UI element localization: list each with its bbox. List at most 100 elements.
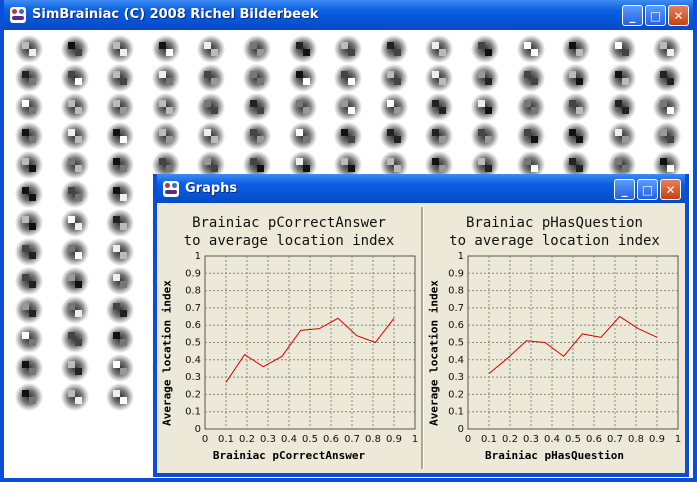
- brainiac-cell: [15, 325, 43, 353]
- brainiac-cell: [379, 64, 408, 92]
- brainiac-cell: [425, 35, 454, 63]
- brainiac-cell: [60, 122, 89, 150]
- brainiac-cell: [288, 35, 317, 63]
- y-tick-label: 0.3: [448, 372, 464, 383]
- brainiac-cell: [15, 122, 43, 150]
- y-tick-label: 0.4: [448, 355, 464, 366]
- brainiac-cell: [60, 180, 89, 208]
- brainiac-cell: [243, 35, 271, 63]
- y-tick-label: 0.3: [185, 372, 201, 383]
- x-tick-label: 0.9: [386, 434, 402, 445]
- brainiac-cell: [60, 267, 89, 295]
- brainiac-cell: [516, 122, 545, 150]
- brainiac-cell: [60, 325, 89, 353]
- brainiac-cell: [243, 122, 271, 150]
- brainiac-cell: [334, 35, 363, 63]
- y-tick-label: 0.6: [185, 320, 201, 331]
- brainiac-cell: [15, 354, 43, 382]
- minimize-button[interactable]: _: [614, 179, 635, 200]
- brainiac-cell: [471, 122, 499, 150]
- brainiac-cell: [15, 209, 43, 237]
- brainiac-cell: [425, 64, 454, 92]
- brainiac-cell: [516, 93, 545, 121]
- brainiac-cell: [471, 93, 499, 121]
- brainiac-cell: [60, 354, 89, 382]
- x-tick-label: 0.5: [565, 434, 581, 445]
- y-tick-label: 1: [458, 251, 464, 262]
- brainiac-cell: [15, 35, 43, 63]
- brainiac-cell: [562, 122, 591, 150]
- brainiac-cell: [288, 93, 317, 121]
- brainiac-cell: [562, 35, 591, 63]
- brainiac-cell: [197, 35, 226, 63]
- brainiac-cell: [197, 64, 226, 92]
- brainiac-cell: [15, 267, 43, 295]
- brainiac-cell: [471, 64, 499, 92]
- brainiac-cell: [516, 64, 545, 92]
- brainiac-cell: [60, 93, 89, 121]
- brainiac-cell: [425, 122, 454, 150]
- brainiac-cell: [106, 354, 135, 382]
- x-tick-label: 0.3: [523, 434, 539, 445]
- brainiac-cell: [60, 35, 89, 63]
- x-tick-label: 0.4: [281, 434, 297, 445]
- brainiac-cell: [106, 35, 135, 63]
- close-button[interactable]: ✕: [668, 5, 689, 26]
- y-tick-label: 0.5: [185, 338, 201, 349]
- brainiac-cell: [516, 35, 545, 63]
- brainiac-cell: [243, 64, 271, 92]
- brainiac-cell: [562, 64, 591, 92]
- brainiac-cell: [653, 122, 682, 150]
- maximize-button[interactable]: □: [645, 5, 666, 26]
- y-tick-label: 0.4: [185, 355, 201, 366]
- graphs-titlebar[interactable]: Graphs _ □ ✕: [157, 174, 685, 203]
- brainiac-cell: [334, 93, 363, 121]
- brainiac-cell: [151, 64, 180, 92]
- brainiac-cell: [607, 35, 636, 63]
- main-window-title: SimBrainiac (C) 2008 Richel Bilderbeek: [32, 7, 319, 22]
- brainiac-cell: [60, 238, 89, 266]
- brainiac-cell: [15, 180, 43, 208]
- x-tick-label: 1: [675, 434, 681, 445]
- y-tick-label: 0.2: [185, 389, 201, 400]
- brainiac-cell: [15, 93, 43, 121]
- x-tick-label: 0.1: [218, 434, 234, 445]
- brainiac-cell: [197, 122, 226, 150]
- brainiac-cell: [334, 122, 363, 150]
- brainiac-cell: [151, 122, 180, 150]
- brainiac-cell: [15, 296, 43, 324]
- minimize-button[interactable]: _: [622, 5, 643, 26]
- y-tick-label: 0.8: [185, 286, 201, 297]
- chart-panel-pcorrectanswer: Brainiac pCorrectAnswer to average locat…: [157, 203, 421, 473]
- close-button[interactable]: ✕: [660, 179, 681, 200]
- brainiac-cell: [60, 209, 89, 237]
- app-icon[interactable]: [163, 181, 179, 197]
- graphs-client: Brainiac pCorrectAnswer to average locat…: [157, 203, 685, 473]
- x-tick-label: 0: [202, 434, 208, 445]
- y-tick-label: 0.5: [448, 338, 464, 349]
- chart-phasquestion: 0 0.1 0.2 0.3 0.4 0.5 0.6 0.7 0.8 0.9 1 0 0.1 0.2 0.3 0…: [448, 251, 681, 445]
- y-tick-label: 0.7: [185, 303, 201, 314]
- brainiac-cell: [106, 267, 135, 295]
- brainiac-cell: [562, 93, 591, 121]
- brainiac-cell: [653, 64, 682, 92]
- y-tick-label: 0.1: [185, 407, 201, 418]
- brainiac-cell: [106, 180, 135, 208]
- brainiac-cell: [288, 122, 317, 150]
- x-tick-label: 0.4: [544, 434, 560, 445]
- x-tick-label: 0.6: [586, 434, 602, 445]
- graphs-window: Graphs _ □ ✕ Brainiac pCorrectAnswer to …: [153, 174, 689, 477]
- x-tick-label: 0.5: [302, 434, 318, 445]
- app-icon[interactable]: [10, 7, 26, 23]
- maximize-button[interactable]: □: [637, 179, 658, 200]
- brainiac-cell: [379, 93, 408, 121]
- brainiac-cell: [60, 151, 89, 179]
- brainiac-cell: [607, 122, 636, 150]
- y-tick-label: 0.9: [448, 268, 464, 279]
- main-titlebar[interactable]: SimBrainiac (C) 2008 Richel Bilderbeek _…: [4, 0, 693, 30]
- brainiac-cell: [197, 93, 226, 121]
- x-tick-label: 0.7: [607, 434, 623, 445]
- y-tick-label: 0.6: [448, 320, 464, 331]
- brainiac-cell: [653, 35, 682, 63]
- brainiac-cell: [106, 209, 135, 237]
